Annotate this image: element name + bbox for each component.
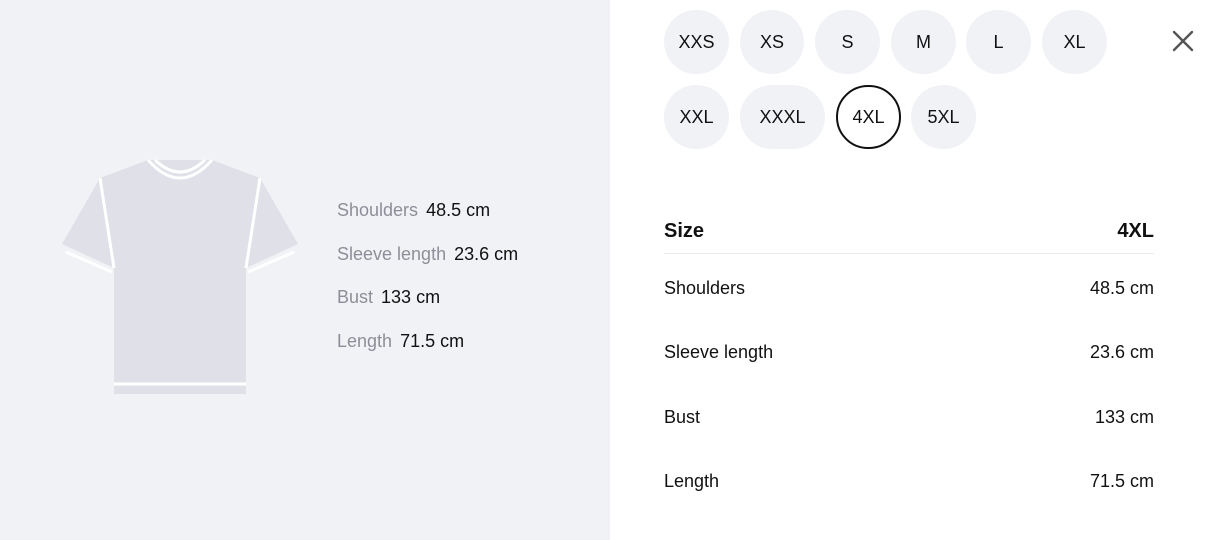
table-row: Length 71.5 cm (664, 450, 1154, 515)
size-chart-table: Size 4XL Shoulders 48.5 cm Sleeve length… (664, 208, 1154, 514)
row-label: Sleeve length (664, 342, 774, 363)
row-value: 133 cm (1094, 406, 1154, 427)
row-label: Shoulders (664, 277, 746, 298)
size-column-label: Size (664, 219, 705, 242)
row-label: Length (664, 471, 720, 492)
size-option-xxs[interactable]: XXS (664, 10, 729, 74)
table-row: Bust 133 cm (664, 385, 1154, 450)
measurement-row: Length 71.5 cm (337, 331, 518, 375)
measurement-value: 48.5 cm (426, 200, 491, 220)
measurement-label: Bust (337, 287, 374, 307)
row-value: 48.5 cm (1089, 277, 1154, 298)
table-row: Shoulders 48.5 cm (664, 256, 1154, 321)
measurement-value: 133 cm (381, 287, 441, 307)
measurement-label: Length (337, 330, 393, 351)
row-value: 23.6 cm (1089, 342, 1154, 363)
row-label: Bust (664, 406, 701, 427)
size-option-xl[interactable]: XL (1042, 10, 1107, 74)
size-chart-header: Size 4XL (664, 208, 1154, 254)
table-row: Sleeve length 23.6 cm (664, 321, 1154, 386)
selected-size-value: 4XL (1117, 219, 1154, 242)
tshirt-illustration (62, 158, 298, 394)
measurement-row: Sleeve length 23.6 cm (337, 244, 518, 288)
size-option-4xl[interactable]: 4XL (836, 85, 901, 149)
close-button[interactable] (1168, 26, 1198, 56)
size-option-xxl[interactable]: XXL (664, 85, 729, 149)
size-selector-panel: XXS XS S M L XL XXL XXXL 4XL 5XL Size 4X… (610, 0, 1213, 540)
measurement-label: Sleeve length (337, 243, 447, 264)
measurement-value: 71.5 cm (400, 330, 465, 351)
garment-measurements: Shoulders 48.5 cm Sleeve length 23.6 cm Bu… (337, 200, 518, 374)
measurement-row: Bust 133 cm (337, 287, 518, 331)
garment-preview-panel: Shoulders 48.5 cm Sleeve length 23.6 cm Bu… (0, 0, 610, 540)
size-option-xxxl[interactable]: XXXL (740, 85, 825, 149)
measurement-row: Shoulders 48.5 cm (337, 200, 518, 244)
size-option-5xl[interactable]: 5XL (911, 85, 976, 149)
measurement-value: 23.6 cm (454, 243, 519, 264)
size-option-s[interactable]: S (815, 10, 880, 74)
size-option-xs[interactable]: XS (740, 10, 804, 74)
size-option-m[interactable]: M (891, 10, 956, 74)
row-value: 71.5 cm (1089, 471, 1154, 492)
size-option-l[interactable]: L (966, 10, 1031, 74)
close-icon (1172, 30, 1194, 52)
measurement-label: Shoulders (337, 200, 419, 220)
